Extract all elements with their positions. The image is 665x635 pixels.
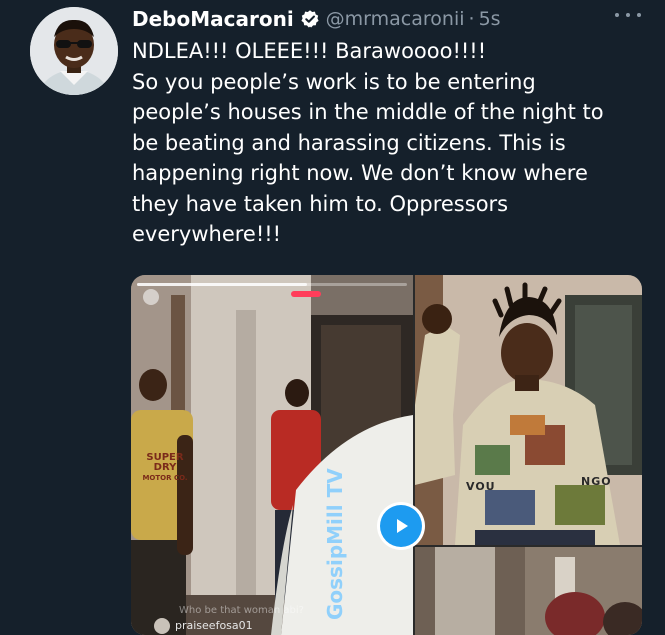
tweet-line: they have taken him to. Oppressors (132, 191, 509, 216)
more-options-icon[interactable] (615, 6, 641, 24)
play-button[interactable] (377, 502, 425, 550)
watermark-text: GossipMill TV (323, 468, 347, 620)
play-icon (380, 505, 422, 547)
shirt-print-line: DRY (153, 462, 177, 473)
avatar-image (30, 7, 118, 95)
tweet-text: NDLEA!!! OLEEE!!! Barawoooo!!!! So you p… (132, 36, 652, 250)
sweater-text-left: VOU (466, 480, 496, 493)
tweet-line: be beating and harassing citizens. This … (132, 130, 566, 155)
shirt-print-line: MOTOR CO. (142, 474, 188, 482)
tweet-line: everywhere!!! (132, 222, 282, 246)
tweet-media[interactable]: SUPER DRY MOTOR CO. Who be that woman ab… (131, 275, 642, 635)
sweater-text-right: NGO (581, 475, 612, 488)
shirt-print: SUPER DRY MOTOR CO. (137, 453, 193, 482)
author-avatar[interactable] (30, 7, 118, 95)
photo-frame-right-bottom (415, 547, 642, 635)
author-name[interactable]: DeboMacaroni (132, 7, 294, 31)
tweet-timestamp[interactable]: 5s (479, 8, 501, 30)
video-username: praiseefosa01 (175, 619, 253, 632)
verified-badge-icon (300, 9, 320, 29)
meta-separator: · (468, 8, 475, 30)
author-handle[interactable]: @mrmacaronii (326, 8, 465, 30)
tweet-line: people’s houses in the middle of the nig… (132, 100, 604, 124)
tweet-line: NDLEA!!! OLEEE!!! Barawoooo!!!! (132, 39, 487, 63)
video-caption: Who be that woman abi? (179, 605, 304, 616)
tweet-header: DeboMacaroni @mrmacaronii · 5s (132, 4, 645, 34)
tweet-line: happening right now. We don’t know where (132, 161, 588, 185)
tweet-line: So you people’s work is to be entering (132, 69, 536, 94)
photo-frame-right-top (415, 275, 642, 545)
